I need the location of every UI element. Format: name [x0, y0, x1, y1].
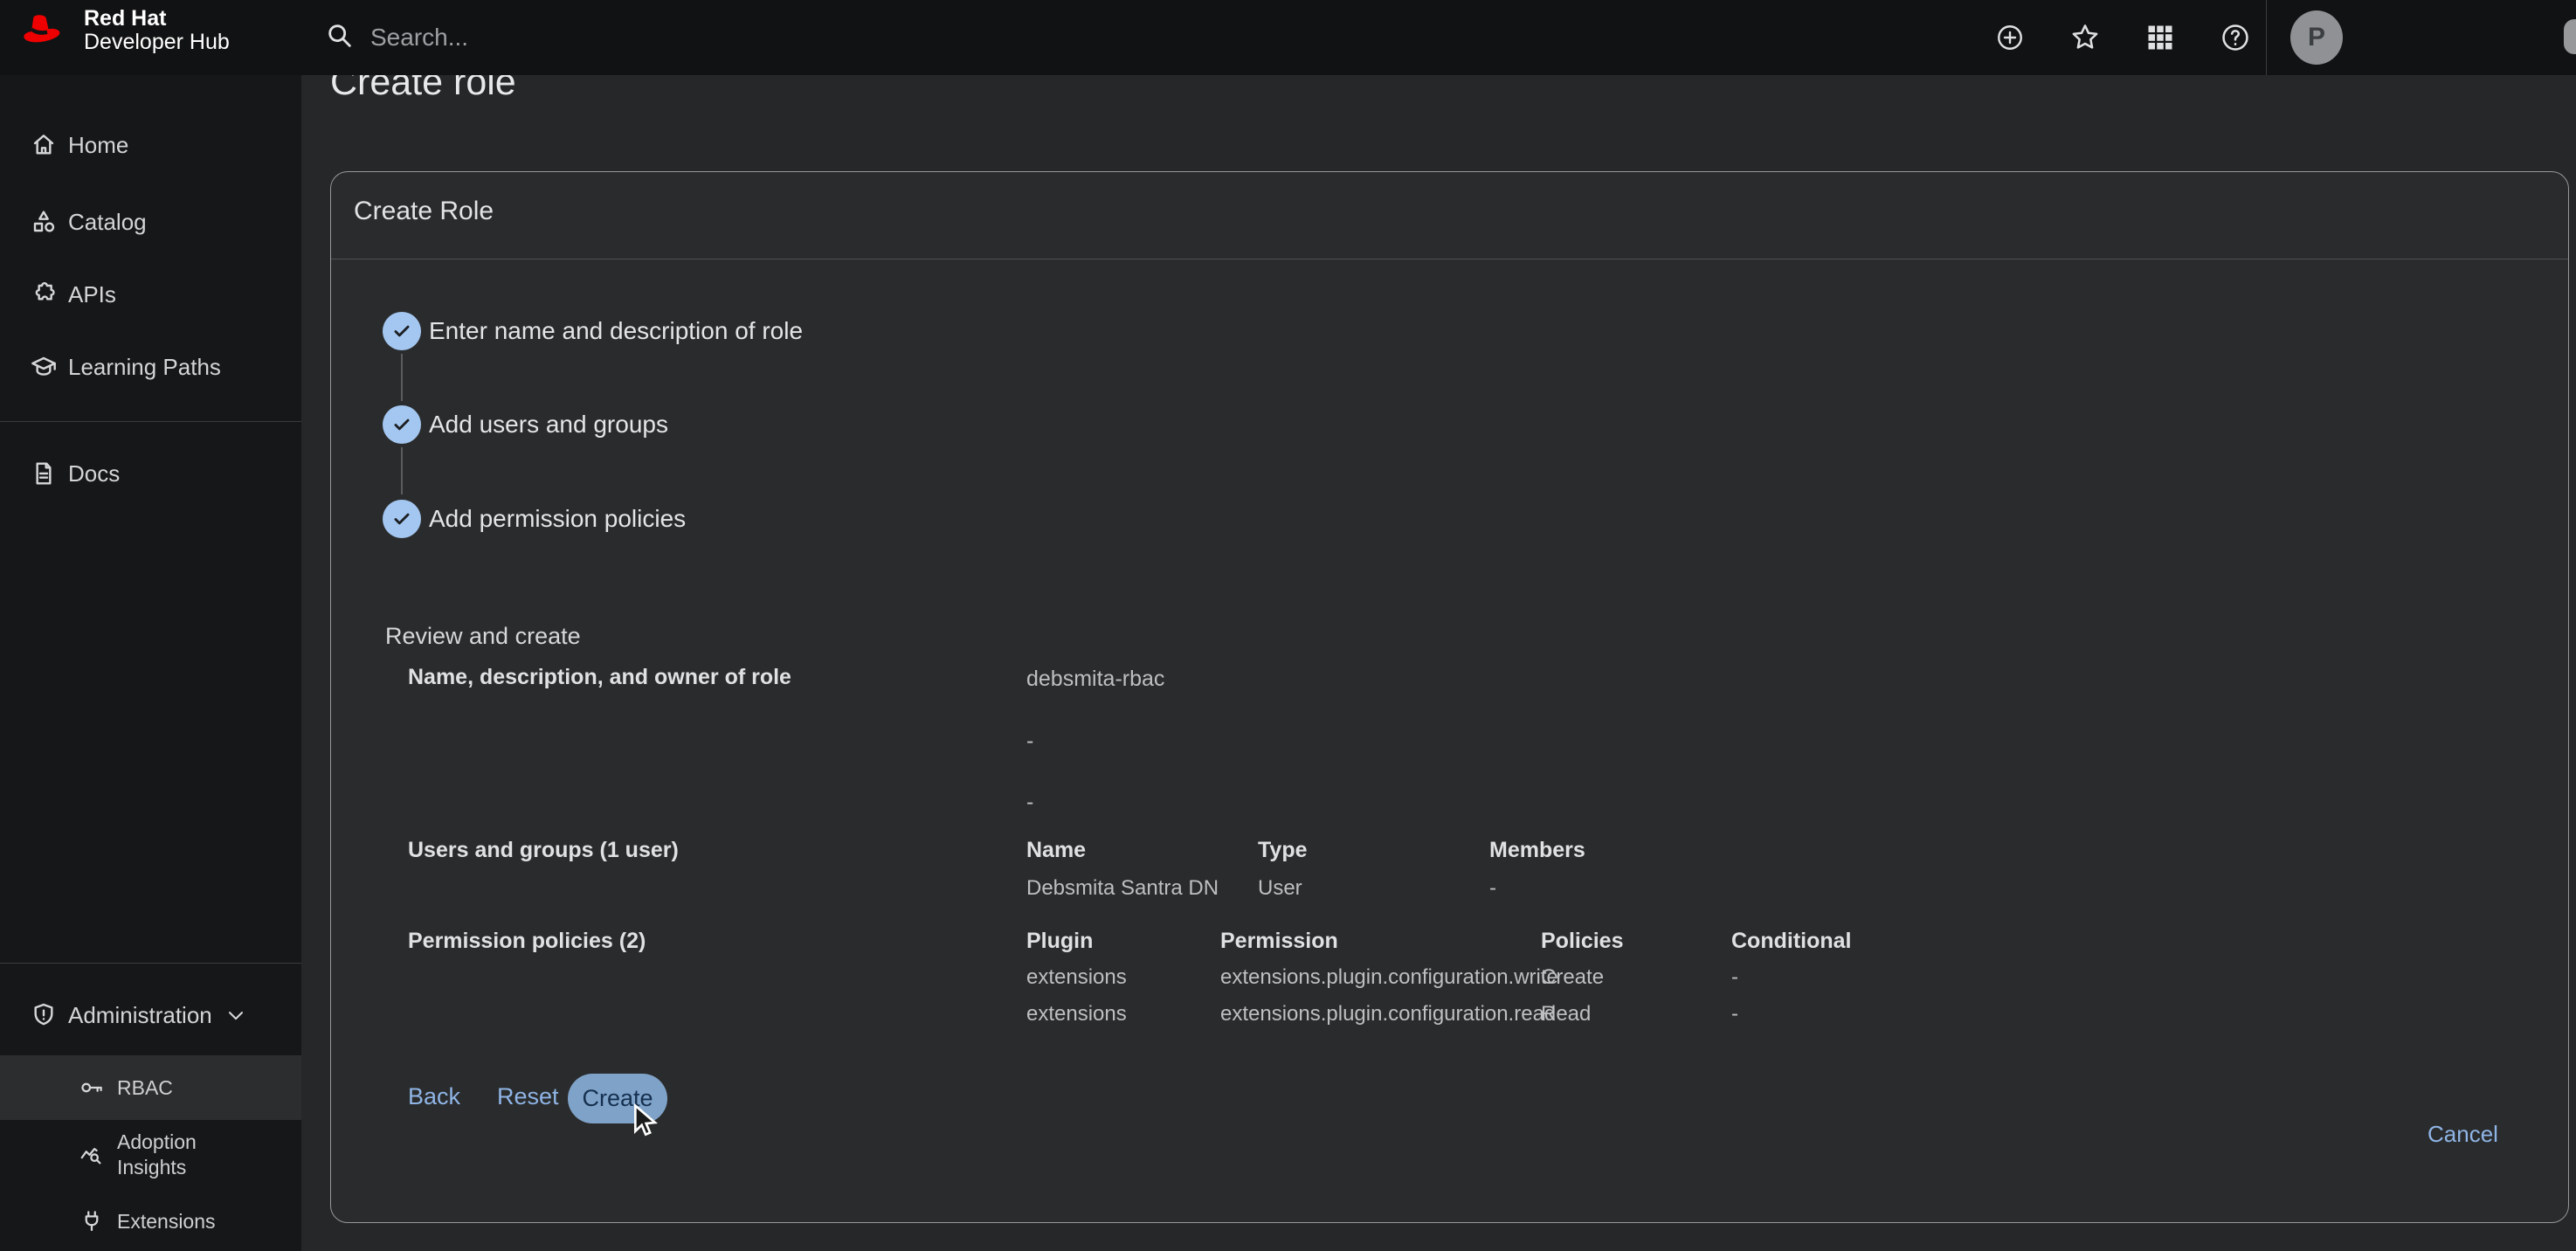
help-icon[interactable]	[2218, 20, 2253, 55]
app-header: Red Hat Developer Hub	[0, 0, 2576, 75]
check-icon	[390, 413, 413, 436]
perm-col-plugin: Plugin	[1026, 929, 1093, 954]
sidebar: Home Catalog APIs Learning Paths Docs	[0, 75, 301, 1251]
cancel-button[interactable]: Cancel	[2428, 1121, 2498, 1148]
sidebar-item-label: Extensions	[117, 1209, 222, 1234]
users-cell-members: -	[1489, 876, 1496, 901]
chevron-down-icon[interactable]	[224, 1003, 248, 1027]
step-connector	[401, 354, 403, 401]
sidebar-item-rbac[interactable]: RBAC	[0, 1055, 301, 1120]
step-1-completed	[383, 312, 421, 350]
app-logo[interactable]: Red Hat Developer Hub	[19, 7, 230, 54]
key-icon	[79, 1075, 105, 1101]
sidebar-item-extensions[interactable]: Extensions	[0, 1190, 301, 1251]
sidebar-item-label: Adoption Insights	[117, 1130, 222, 1180]
sidebar-item-label: Docs	[68, 460, 120, 487]
app-root: Home Catalog APIs Learning Paths Docs	[0, 0, 2576, 1251]
perm-cell-permission: extensions.plugin.configuration.write	[1220, 965, 1558, 990]
apis-icon	[30, 280, 58, 308]
users-col-name: Name	[1026, 838, 1086, 863]
perm-cell-policy: Read	[1541, 1002, 1591, 1026]
create-role-card: Create Role Enter name and description o…	[330, 171, 2569, 1223]
shield-icon	[30, 1001, 58, 1029]
header-actions	[1992, 0, 2253, 75]
reset-button[interactable]: Reset	[497, 1083, 559, 1110]
perm-cell-plugin: extensions	[1026, 1002, 1127, 1026]
perm-cell-conditional: -	[1731, 1002, 1738, 1026]
sidebar-item-label: Learning Paths	[68, 354, 221, 381]
search-input[interactable]	[370, 24, 912, 52]
sidebar-item-apis[interactable]: APIs	[0, 263, 301, 326]
review-permissions-label: Permission policies (2)	[408, 929, 646, 954]
app-grid-icon[interactable]	[2143, 20, 2178, 55]
review-role-description: -	[1026, 729, 1033, 754]
perm-col-permission: Permission	[1220, 929, 1338, 954]
back-button[interactable]: Back	[408, 1083, 460, 1110]
add-plus-circle-icon[interactable]	[1992, 20, 2027, 55]
sidebar-divider	[0, 421, 301, 422]
adoption-insights-icon	[79, 1142, 105, 1168]
docs-icon	[30, 460, 58, 487]
search-icon	[325, 21, 355, 55]
step-3-label: Add permission policies	[429, 505, 686, 533]
sidebar-item-docs[interactable]: Docs	[0, 442, 301, 505]
sidebar-item-adoption-insights[interactable]: Adoption Insights	[0, 1123, 301, 1186]
users-cell-name: Debsmita Santra DN	[1026, 876, 1219, 901]
review-users-label: Users and groups (1 user)	[408, 838, 679, 863]
review-name-label: Name, description, and owner of role	[408, 665, 791, 690]
scrollbar-thumb[interactable]	[2564, 19, 2576, 54]
home-icon	[30, 131, 58, 159]
avatar-initial: P	[2308, 23, 2325, 52]
perm-col-conditional: Conditional	[1731, 929, 1851, 954]
sidebar-item-label: RBAC	[117, 1075, 222, 1101]
review-role-owner: -	[1026, 790, 1033, 815]
sidebar-item-home[interactable]: Home	[0, 114, 301, 176]
review-role-name: debsmita-rbac	[1026, 667, 1164, 692]
sidebar-item-catalog[interactable]: Catalog	[0, 190, 301, 253]
catalog-icon	[30, 208, 58, 236]
sidebar-item-administration[interactable]: Administration	[0, 984, 301, 1047]
step-2-completed	[383, 405, 421, 444]
sidebar-item-learning-paths[interactable]: Learning Paths	[0, 335, 301, 398]
step-2-label: Add users and groups	[429, 411, 668, 439]
create-button[interactable]: Create	[568, 1074, 667, 1123]
sidebar-divider	[0, 963, 301, 964]
step-1-label: Enter name and description of role	[429, 317, 803, 345]
perm-cell-conditional: -	[1731, 965, 1738, 990]
users-cell-type: User	[1258, 876, 1302, 901]
search-bar	[325, 0, 912, 75]
perm-cell-permission: extensions.plugin.configuration.read	[1220, 1002, 1556, 1026]
users-col-members: Members	[1489, 838, 1585, 863]
star-favorites-icon[interactable]	[2068, 20, 2103, 55]
sidebar-item-label: Home	[68, 132, 128, 159]
check-icon	[390, 508, 413, 530]
perm-cell-plugin: extensions	[1026, 965, 1127, 990]
sidebar-item-label: Administration	[68, 1002, 212, 1029]
card-title: Create Role	[354, 197, 494, 226]
redhat-fedora-icon	[19, 8, 73, 54]
header-divider	[2266, 0, 2267, 75]
learning-paths-icon	[30, 353, 58, 381]
sidebar-item-label: APIs	[68, 281, 116, 308]
perm-col-policies: Policies	[1541, 929, 1624, 954]
extensions-icon	[79, 1208, 105, 1234]
user-avatar[interactable]: P	[2290, 10, 2343, 65]
sidebar-item-label: Catalog	[68, 209, 147, 236]
perm-cell-policy: Create	[1541, 965, 1604, 990]
step-3-completed	[383, 500, 421, 538]
logo-text: Red Hat Developer Hub	[84, 7, 230, 54]
step-connector	[401, 447, 403, 494]
review-heading: Review and create	[385, 623, 581, 650]
users-col-type: Type	[1258, 838, 1308, 863]
check-icon	[390, 320, 413, 342]
